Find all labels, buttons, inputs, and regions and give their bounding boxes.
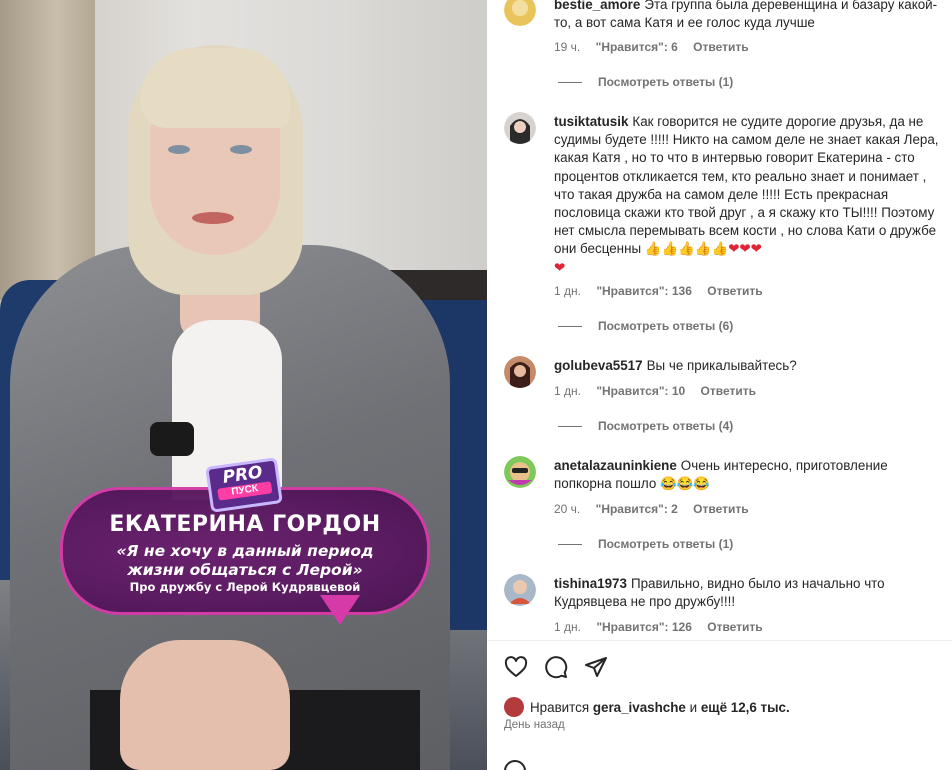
view-replies-button[interactable]: Посмотреть ответы (1) (558, 75, 733, 89)
comment-likes[interactable]: "Нравится": 126 (596, 620, 692, 634)
comment-body: Как говорится не судите дорогие друзья, … (554, 114, 939, 257)
comment-likes[interactable]: "Нравится": 10 (596, 384, 685, 398)
laughing-emoji: 😂😂😂 (660, 476, 711, 492)
reply-button[interactable]: Ответить (693, 40, 748, 54)
comment-time: 20 ч. (554, 502, 581, 516)
add-comment-bar[interactable] (504, 756, 944, 770)
likes-summary[interactable]: Нравится gera_ivashche и ещё 12,6 тыс. (504, 697, 790, 717)
comment-time: 1 дн. (554, 384, 581, 398)
comments-panel: bestie_amore Эта группа была деревенщина … (487, 0, 952, 770)
view-replies-button[interactable]: Посмотреть ответы (1) (558, 537, 733, 551)
avatar[interactable] (504, 574, 536, 606)
avatar[interactable] (504, 112, 536, 144)
caption-quote-line1: «Я не хочу в данный период (116, 542, 374, 560)
background-column (0, 0, 95, 300)
comment-username[interactable]: bestie_amore (554, 0, 640, 12)
comment-likes[interactable]: "Нравится": 136 (596, 284, 692, 298)
comment-meta: 20 ч. "Нравится": 2 Ответить (554, 502, 761, 516)
heart-emoji: ❤❤❤ (728, 241, 762, 257)
actions-divider (487, 640, 952, 641)
person-eye-left (168, 145, 190, 154)
view-replies-button[interactable]: Посмотреть ответы (4) (558, 419, 733, 433)
comment-time: 1 дн. (554, 284, 581, 298)
heart-outline-icon[interactable] (504, 655, 528, 679)
comment-time: 19 ч. (554, 40, 581, 54)
likes-prefix: Нравится (530, 700, 590, 715)
reply-button[interactable]: Ответить (701, 384, 756, 398)
comment-time: 1 дн. (554, 620, 581, 634)
comment-meta: 1 дн. "Нравится": 136 Ответить (554, 284, 775, 298)
comment-username[interactable]: tusiktatusik (554, 114, 628, 129)
post-media[interactable]: PRO ПУСК ЕКАТЕРИНА ГОРДОН «Я не хочу в д… (0, 0, 487, 770)
view-replies-button[interactable]: Посмотреть ответы (6) (558, 319, 733, 333)
comment-username[interactable]: golubeva5517 (554, 358, 643, 373)
replies-line (558, 544, 582, 546)
speech-bubble-icon[interactable] (544, 655, 568, 679)
comment-likes[interactable]: "Нравится": 6 (596, 40, 678, 54)
reply-button[interactable]: Ответить (707, 620, 762, 634)
comment-text: anetalazauninkiene Очень интересно, приго… (554, 457, 939, 493)
avatar[interactable] (504, 0, 536, 26)
avatar[interactable] (504, 456, 536, 488)
reply-button[interactable]: Ответить (707, 284, 762, 298)
heart-emoji: ❤ (554, 259, 566, 275)
person-eye-right (230, 145, 252, 154)
likes-mid: и (689, 700, 698, 715)
person-lips (192, 212, 234, 224)
avatar[interactable] (504, 356, 536, 388)
comment-username[interactable]: tishina1973 (554, 576, 627, 591)
view-replies-label: Посмотреть ответы (6) (598, 319, 734, 333)
view-replies-label: Посмотреть ответы (1) (598, 537, 734, 551)
replies-line (558, 82, 582, 84)
view-replies-label: Посмотреть ответы (1) (598, 75, 734, 89)
comment-body: Вы че прикалывайтесь? (646, 358, 797, 373)
caption-name: ЕКАТЕРИНА ГОРДОН (109, 512, 381, 537)
comment-meta: 1 дн. "Нравится": 126 Ответить (554, 620, 775, 634)
view-replies-label: Посмотреть ответы (4) (598, 419, 734, 433)
liker-avatar (504, 697, 524, 717)
person-bangs (140, 48, 290, 128)
comment-meta: 1 дн. "Нравится": 10 Ответить (554, 384, 768, 398)
caption-bubble-tail (320, 595, 360, 625)
person-hands (120, 640, 290, 770)
emoji-icon[interactable] (504, 760, 526, 770)
likes-user[interactable]: gera_ivashche (593, 700, 686, 715)
comment-meta: 19 ч. "Нравится": 6 Ответить (554, 40, 761, 54)
replies-line (558, 426, 582, 428)
replies-line (558, 326, 582, 328)
reply-button[interactable]: Ответить (693, 502, 748, 516)
post-time: День назад (504, 719, 565, 731)
comment-text: golubeva5517 Вы че прикалывайтесь? (554, 357, 939, 375)
comment-text: tishina1973 Правильно, видно было из нача… (554, 575, 939, 611)
comment-username[interactable]: anetalazauninkiene (554, 458, 677, 473)
caption-subtitle: Про дружбу с Лерой Кудрявцевой (129, 580, 361, 594)
thumbs-up-emoji: 👍👍👍👍👍 (644, 241, 729, 257)
comments-list[interactable]: bestie_amore Эта группа была деревенщина … (487, 0, 952, 640)
caption-quote-line2: жизни общаться с Лерой» (127, 561, 363, 579)
caption-quote: «Я не хочу в данный период жизни общатьс… (60, 542, 430, 580)
lapel-microphone (150, 422, 194, 456)
comment-likes[interactable]: "Нравится": 2 (596, 502, 678, 516)
likes-count[interactable]: ещё 12,6 тыс. (701, 700, 790, 715)
comment-text: bestie_amore Эта группа была деревенщина … (554, 0, 939, 32)
comment-text: tusiktatusik Как говорится не судите доро… (554, 113, 939, 277)
paper-plane-icon[interactable] (584, 655, 608, 679)
